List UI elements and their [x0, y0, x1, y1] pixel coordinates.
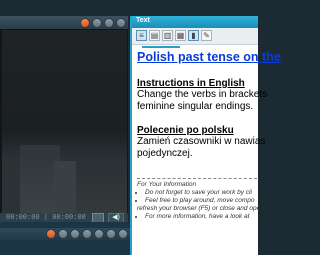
restore-icon[interactable] — [116, 18, 126, 28]
info-item: Do not forget to save your work by cli — [145, 189, 262, 197]
instruction-line: pojedynczej. — [137, 148, 193, 159]
document-content: Polish past tense on the Instructions in… — [137, 50, 281, 221]
document-title[interactable]: Polish past tense on the — [137, 50, 281, 64]
maximize-icon[interactable] — [104, 18, 114, 28]
text-titlebar[interactable]: Text — [132, 16, 258, 28]
progress-indicator — [142, 46, 180, 48]
save-icon[interactable]: ▥ — [162, 30, 173, 41]
info-item: refresh your browser (F5) or close and o… — [137, 205, 261, 212]
instruction-line: Zamień czasowniki w nawias — [137, 136, 266, 147]
close-icon[interactable] — [80, 18, 90, 28]
select-icon[interactable]: ▮ — [188, 30, 199, 41]
extra-icon[interactable] — [118, 229, 128, 239]
video-window: 00:00:00 | 00:00:00 ◀) — [0, 16, 128, 223]
video-player[interactable] — [2, 30, 127, 213]
section-heading-english: Instructions in English — [137, 78, 245, 89]
minimize-icon[interactable] — [58, 229, 68, 239]
settings-icon[interactable] — [94, 229, 104, 239]
instruction-line: feminine singular endings. — [137, 101, 254, 112]
pen-icon[interactable]: ✎ — [201, 30, 212, 41]
restore-icon[interactable] — [82, 229, 92, 239]
info-item: Feel free to play around, move compo — [145, 197, 262, 205]
text-window: Text ≡ ▤ ▥ ▦ ▮ ✎ Polish past tense on th… — [130, 16, 281, 255]
video-titlebar[interactable] — [0, 17, 128, 29]
close-icon[interactable] — [46, 229, 56, 239]
time-display: 00:00:00 | 00:00:00 — [6, 214, 86, 222]
info-heading: For Your Information — [137, 181, 197, 188]
section-heading-polish: Polecenie po polsku — [137, 125, 234, 136]
doc-icon[interactable]: ▤ — [149, 30, 160, 41]
extra-icon[interactable] — [106, 229, 116, 239]
text-toolbar: ≡ ▤ ▥ ▦ ▮ ✎ — [132, 28, 258, 45]
print-icon[interactable]: ▦ — [175, 30, 186, 41]
maximize-icon[interactable] — [70, 229, 80, 239]
building-shape — [54, 161, 76, 213]
second-window-titlebar[interactable] — [0, 228, 130, 240]
divider — [137, 178, 257, 179]
window-title: Text — [136, 17, 150, 24]
minimize-icon[interactable] — [92, 18, 102, 28]
instruction-line: Change the verbs in brackets — [137, 89, 268, 100]
list-icon[interactable]: ≡ — [136, 30, 147, 41]
info-item: For more information, have a look at — [145, 213, 262, 221]
info-list: Do not forget to save your work by cli F… — [137, 189, 262, 221]
